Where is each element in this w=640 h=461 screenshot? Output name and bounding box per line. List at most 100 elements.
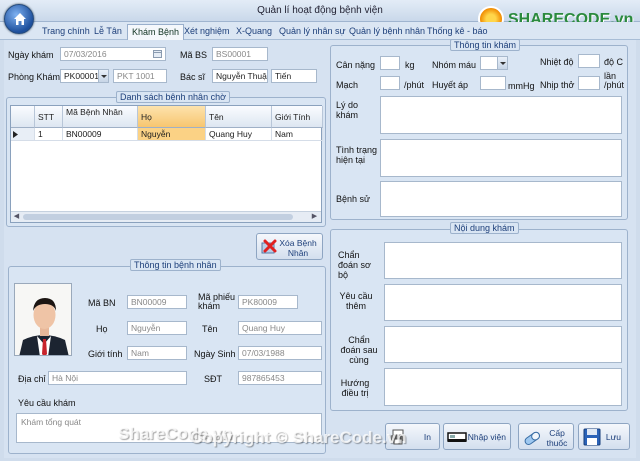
tinh-trang-label: Tình trạng hiện tại xyxy=(336,145,378,165)
tab-kham-benh[interactable]: Khám Bệnh xyxy=(127,24,185,40)
cell-ten[interactable]: Quang Huy xyxy=(206,128,272,141)
can-nang-input[interactable] xyxy=(380,56,400,70)
tab-trang-chinh[interactable]: Trang chính xyxy=(38,24,94,40)
yeu-cau-them-label: Yêu cầu thêm xyxy=(339,291,373,311)
home-icon xyxy=(14,13,26,25)
huong-dieu-tri-label: Hướng điều trị xyxy=(340,378,370,398)
column-header-ten[interactable]: Tên xyxy=(206,106,272,128)
gioi-tinh-field: Nam xyxy=(127,346,187,360)
horizontal-scrollbar[interactable]: ◀ ▶ xyxy=(11,211,321,222)
cell-ma-benh-nhan[interactable]: BN00009 xyxy=(63,128,138,141)
huyet-ap-label: Huyết áp xyxy=(432,80,469,90)
cap-thuoc-button[interactable]: Cấp thuốc xyxy=(518,423,574,450)
scroll-right-icon[interactable]: ▶ xyxy=(309,212,320,222)
ngay-kham-value: 07/03/2016 xyxy=(64,49,107,59)
waiting-list-title: Danh sách bệnh nhân chờ xyxy=(116,91,230,103)
phong-kham-value: PK00001 xyxy=(64,71,99,81)
column-header-ma-benh-nhan[interactable]: Mã Bệnh Nhân xyxy=(63,106,138,128)
ngay-kham-label: Ngày khám xyxy=(8,50,54,60)
nhiet-do-unit: độ C xyxy=(604,57,624,67)
bac-si-ho-field: Nguyễn Thuậ xyxy=(212,69,268,83)
tab-x-quang[interactable]: X-Quang xyxy=(232,24,276,40)
chevron-down-icon[interactable] xyxy=(497,57,507,69)
phong-kham-select[interactable]: PK00001 xyxy=(60,69,109,83)
huyet-ap-input[interactable] xyxy=(480,76,506,90)
save-button[interactable]: Lưu xyxy=(578,423,630,450)
tab-xet-nghiem[interactable]: Xét nghiệm xyxy=(180,24,234,40)
scroll-thumb[interactable] xyxy=(23,214,293,220)
delete-icon xyxy=(261,239,277,254)
mach-label: Mạch xyxy=(336,80,359,90)
save-label: Lưu xyxy=(605,432,621,442)
ma-bs-label: Mã BS xyxy=(180,50,208,60)
pill-icon xyxy=(524,431,540,445)
ma-phieu-label: Mã phiếu khám xyxy=(198,292,236,311)
huong-dieu-tri-input[interactable] xyxy=(384,368,622,406)
patient-info-title: Thông tin bệnh nhân xyxy=(130,259,221,271)
nhiet-do-label: Nhiệt độ xyxy=(540,57,574,67)
nhiet-do-input[interactable] xyxy=(578,54,600,68)
sdt-label: SĐT xyxy=(204,374,222,384)
bac-si-ten-field: Tiến xyxy=(271,69,317,83)
column-header-rowselector xyxy=(11,106,35,128)
ngay-kham-picker[interactable]: 07/03/2016 xyxy=(60,47,166,61)
ma-bn-label: Mã BN xyxy=(88,298,116,308)
nhom-mau-label: Nhóm máu xyxy=(432,60,477,70)
table-row[interactable]: 1 BN00009 Nguyễn Quang Huy Nam xyxy=(11,128,323,141)
ribbon-tabs: Trang chính Lễ Tân Khám Bệnh Xét nghiệm … xyxy=(0,22,640,40)
avatar xyxy=(14,283,72,356)
can-nang-label: Cân nặng xyxy=(336,60,376,70)
ten-label: Tên xyxy=(202,324,218,334)
yeu-cau-them-input[interactable] xyxy=(384,284,622,321)
tab-thong-ke[interactable]: Thống kê - báo xyxy=(423,24,492,40)
ngay-sinh-label: Ngày Sinh xyxy=(194,349,236,359)
ho-label: Họ xyxy=(96,324,108,334)
waiting-list-grid: STT Mã Bệnh Nhân Họ Tên Giới Tính 1 BN00… xyxy=(10,105,323,223)
dia-chi-label: Địa chỉ xyxy=(18,374,46,384)
tab-quan-ly-nhan-su[interactable]: Quản lý nhân sự xyxy=(275,24,350,40)
delete-patient-button[interactable]: Xóa Bệnh Nhân xyxy=(256,233,323,260)
chan-doan-so-bo-input[interactable] xyxy=(384,242,622,279)
column-header-ho[interactable]: Họ xyxy=(138,106,206,128)
column-header-stt[interactable]: STT xyxy=(35,106,63,128)
ly-do-kham-input[interactable] xyxy=(380,96,622,134)
scroll-left-icon[interactable]: ◀ xyxy=(11,212,22,222)
nhip-tho-unit: lần /phút xyxy=(604,71,625,90)
yeu-cau-kham-value: Khám tổng quát xyxy=(21,417,82,427)
column-header-gioi-tinh[interactable]: Giới Tính xyxy=(272,106,323,128)
app-menu-button[interactable] xyxy=(4,4,34,34)
ma-phieu-field: PK80009 xyxy=(238,295,298,309)
benh-su-label: Bệnh sử xyxy=(336,194,371,204)
chan-doan-sau-cung-input[interactable] xyxy=(384,326,622,363)
exam-info-title: Thông tin khám xyxy=(450,39,521,51)
huyet-ap-unit: mmHg xyxy=(508,81,535,91)
nhap-vien-button[interactable]: Nhập viện xyxy=(443,423,511,450)
phong-kham-name-field: PKT 1001 xyxy=(113,69,167,83)
can-nang-unit: kg xyxy=(405,60,415,70)
benh-su-input[interactable] xyxy=(380,181,622,217)
bed-icon xyxy=(447,432,467,442)
mach-input[interactable] xyxy=(380,76,400,90)
chan-doan-sau-cung-label: Chẩn đoán sau cùng xyxy=(340,335,378,365)
tab-quan-ly-benh-nhan[interactable]: Quản lý bệnh nhân xyxy=(345,24,429,40)
tinh-trang-input[interactable] xyxy=(380,139,622,177)
watermark-center: Copyright © ShareCode.vn xyxy=(190,428,407,447)
floppy-disk-icon xyxy=(583,428,601,446)
chan-doan-so-bo-label: Chẩn đoán sơ bộ xyxy=(338,250,371,280)
cell-gioi-tinh[interactable]: Nam xyxy=(272,128,323,141)
print-label: In xyxy=(423,432,431,442)
ma-bs-field: BS00001 xyxy=(212,47,268,61)
cap-thuoc-label: Cấp thuốc xyxy=(546,428,568,448)
sdt-field: 987865453 xyxy=(238,371,322,385)
cell-stt[interactable]: 1 xyxy=(35,128,63,141)
row-selector-cell[interactable] xyxy=(11,128,35,141)
nhip-tho-input[interactable] xyxy=(578,76,600,90)
cell-ho[interactable]: Nguyễn xyxy=(138,128,206,141)
dia-chi-field: Hà Nội xyxy=(48,371,187,385)
chevron-down-icon[interactable] xyxy=(98,70,108,82)
ma-bn-field: BN00009 xyxy=(127,295,187,309)
ho-field: Nguyễn xyxy=(127,321,187,335)
calendar-icon[interactable] xyxy=(153,50,162,58)
tab-le-tan[interactable]: Lễ Tân xyxy=(90,24,126,40)
nhom-mau-select[interactable] xyxy=(480,56,508,70)
